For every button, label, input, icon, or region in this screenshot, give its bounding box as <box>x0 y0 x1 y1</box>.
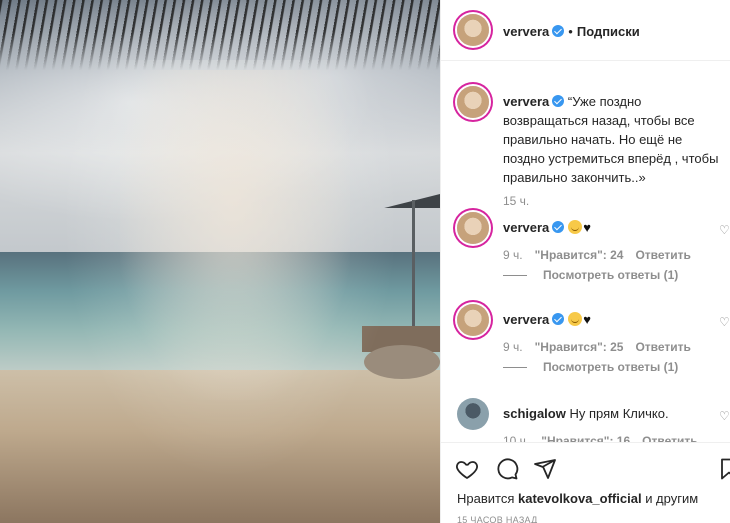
post-timestamp[interactable]: 15 часов назад <box>457 515 538 523</box>
verified-badge-icon <box>552 221 565 233</box>
caption-username[interactable]: ververa <box>503 94 549 109</box>
view-replies-label: Посмотреть ответы (1) <box>543 268 679 282</box>
verified-badge-icon <box>552 313 565 325</box>
comment-reply-button[interactable]: Ответить <box>635 248 690 262</box>
verified-badge-icon <box>552 95 565 107</box>
comment-item: ververa ♥ ♡ 9 ч. "Нравится": 25 Ответить По… <box>441 304 730 384</box>
caption-body: ververa “Уже поздно возвращаться назад, … <box>503 92 723 187</box>
caption-meta: 15 ч. <box>503 194 541 208</box>
comment-avatar[interactable] <box>457 304 489 336</box>
comment-clip: schigalow Ну прям Кличко. ♡ 10 ч. "Нравит… <box>441 394 730 442</box>
comment-meta: 10 ч. "Нравится": 16 Ответить <box>503 434 710 442</box>
view-replies-label: Посмотреть ответы (1) <box>543 360 679 374</box>
photo-palm-leaves <box>0 0 440 70</box>
post-actions: Нравится katevolkova_official и другим 1… <box>441 442 730 523</box>
black-heart-emoji-icon: ♥ <box>583 312 591 327</box>
comment-reply-button[interactable]: Ответить <box>635 340 690 354</box>
post-header: ververa • Подписки <box>441 0 730 61</box>
author-username[interactable]: ververa <box>503 24 549 39</box>
comment-item: schigalow Ну прям Кличко. ♡ 10 ч. "Нравит… <box>441 398 730 442</box>
comment-text: Ну прям Кличко. <box>569 406 669 421</box>
comment-like-heart-icon[interactable]: ♡ <box>719 410 730 422</box>
comment-age[interactable]: 10 ч. <box>503 434 529 442</box>
post-photo[interactable] <box>0 0 440 523</box>
comment-likes[interactable]: "Нравится": 24 <box>535 248 624 262</box>
comment-meta: 9 ч. "Нравится": 25 Ответить <box>503 340 703 354</box>
replies-divider <box>503 367 527 369</box>
separator-dot: • <box>568 24 573 39</box>
comment-age[interactable]: 9 ч. <box>503 248 523 262</box>
comment-avatar[interactable] <box>457 398 489 430</box>
share-icon[interactable] <box>533 457 557 481</box>
comment-icon[interactable] <box>495 457 519 481</box>
comment-body: ververa ♥ <box>503 310 723 329</box>
bookmark-icon[interactable] <box>717 457 730 481</box>
view-replies-button[interactable]: Посмотреть ответы (1) <box>503 268 678 282</box>
caption-avatar[interactable] <box>457 86 489 118</box>
comment-body: schigalow Ну прям Кличко. <box>503 404 723 423</box>
comment-likes[interactable]: "Нравится": 25 <box>535 340 624 354</box>
hugging-face-emoji-icon <box>568 312 583 326</box>
comment-avatar[interactable] <box>457 212 489 244</box>
verified-badge-icon <box>552 25 565 37</box>
post-side-panel: ververa • Подписки ververa “Уже поздно воз… <box>440 0 730 523</box>
caption-age[interactable]: 15 ч. <box>503 194 529 208</box>
photo-reflection-face <box>120 70 350 400</box>
comment-like-heart-icon[interactable]: ♡ <box>719 316 730 328</box>
comment-age[interactable]: 9 ч. <box>503 340 523 354</box>
comment-username[interactable]: ververa <box>503 220 549 235</box>
comment-likes[interactable]: "Нравится": 16 <box>541 434 630 442</box>
heart-icon[interactable] <box>455 457 479 481</box>
view-replies-button[interactable]: Посмотреть ответы (1) <box>503 360 678 374</box>
comment-meta: 9 ч. "Нравится": 24 Ответить <box>503 248 703 262</box>
post-caption: ververa “Уже поздно возвращаться назад, … <box>441 86 730 208</box>
hugging-face-emoji-icon <box>568 220 583 234</box>
header-row: ververa • Подписки <box>503 24 640 39</box>
author-avatar[interactable] <box>457 14 489 46</box>
likes-summary: Нравится katevolkova_official и другим <box>457 491 698 506</box>
replies-divider <box>503 275 527 277</box>
comment-item: ververa ♥ ♡ 9 ч. "Нравится": 24 Ответить По… <box>441 212 730 292</box>
likes-suffix-link[interactable]: и другим <box>645 491 698 506</box>
black-heart-emoji-icon: ♥ <box>583 220 591 235</box>
following-button[interactable]: Подписки <box>577 24 640 39</box>
comment-reply-button[interactable]: Ответить <box>642 434 697 442</box>
comment-username[interactable]: schigalow <box>503 406 566 421</box>
likes-prefix: Нравится <box>457 491 515 506</box>
comment-like-heart-icon[interactable]: ♡ <box>719 224 730 236</box>
comment-body: ververa ♥ <box>503 218 723 237</box>
likes-user-link[interactable]: katevolkova_official <box>518 491 642 506</box>
comment-username[interactable]: ververa <box>503 312 549 327</box>
